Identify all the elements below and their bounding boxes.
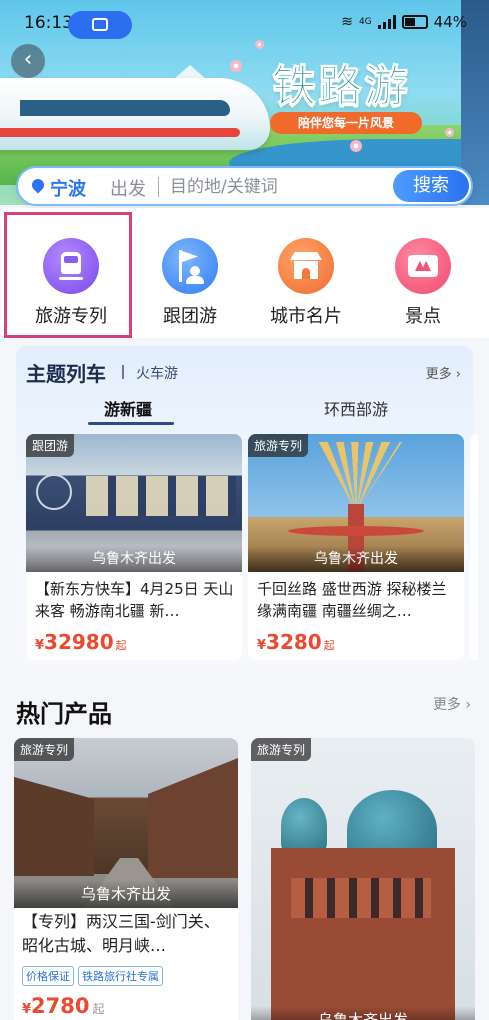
battery-percent: 44%	[433, 13, 467, 31]
battery-icon	[401, 15, 428, 29]
tour-flag-icon	[162, 238, 218, 294]
search-divider	[158, 177, 159, 197]
badge: 铁路旅行社专属	[78, 966, 163, 986]
status-bar: 16:13 ≋ 4G 44%	[0, 0, 489, 42]
next-card-peek	[470, 434, 478, 660]
ticket-icon	[395, 238, 451, 294]
card-origin: 乌鲁木齐出发	[248, 546, 464, 572]
status-icons: ≋ 4G 44%	[341, 13, 467, 31]
departure-label: 出发	[110, 179, 146, 200]
search-bar[interactable]: 宁波 出发 搜索	[16, 166, 473, 206]
cathedral-photo	[251, 738, 475, 1020]
badge: 价格保证	[22, 966, 74, 986]
train-stripe-shape	[0, 128, 240, 137]
card-origin: 乌鲁木齐出发	[251, 1006, 475, 1020]
search-button[interactable]: 搜索	[393, 170, 469, 202]
price-suffix: 起	[323, 639, 335, 652]
signal-icon	[377, 15, 396, 29]
price-currency: ¥	[22, 1002, 32, 1017]
section-title: 主题列车	[26, 362, 106, 386]
price-currency: ¥	[257, 638, 267, 653]
more-label: 更多	[432, 697, 461, 713]
card-price: ¥32980 起	[35, 630, 127, 654]
nav-item-scenic[interactable]: 景点	[364, 222, 482, 332]
screen-share-icon	[92, 18, 108, 31]
card-tag: 旅游专列	[248, 434, 309, 457]
search-input[interactable]	[170, 175, 400, 199]
card-origin: 乌鲁木齐出发	[14, 880, 238, 908]
card-title: 千回丝路 盛世西游 探秘楼兰 缘满南疆 南疆丝绸之…	[257, 580, 447, 620]
more-label: 更多	[425, 367, 452, 382]
chevron-left-icon: ‹	[23, 47, 33, 72]
flower-decoration	[230, 60, 242, 72]
tab-west[interactable]: 环西部游	[324, 396, 388, 420]
card-badges: 价格保证 铁路旅行社专属	[22, 966, 163, 986]
screen-share-pill[interactable]	[68, 11, 132, 39]
departure-city[interactable]: 宁波	[50, 175, 86, 201]
card-tag: 跟团游	[26, 434, 75, 457]
card-price: ¥3280 起	[257, 630, 335, 654]
train-window-shape	[20, 100, 230, 116]
flower-decoration	[350, 140, 362, 152]
nav-item-group-tour[interactable]: 跟团游	[131, 222, 249, 332]
nav-label: 城市名片	[270, 306, 342, 327]
tab-xinjiang[interactable]: 游新疆	[104, 396, 152, 420]
flower-decoration	[445, 128, 454, 137]
title-divider	[122, 365, 124, 379]
more-link[interactable]: 更多 ›	[426, 363, 461, 382]
city-gate-icon	[278, 238, 334, 294]
price-suffix: 起	[92, 1002, 105, 1016]
quick-nav: 旅游专列 跟团游 城市名片 景点	[0, 208, 489, 338]
banner-title: 铁路游	[272, 61, 410, 113]
card-title: 【新东方快车】4月25日 天山来客 畅游南北疆 新…	[35, 580, 234, 620]
nav-item-city-card[interactable]: 城市名片	[247, 222, 365, 332]
section-subtitle: 火车游	[136, 366, 178, 382]
card-origin: 乌鲁木齐出发	[26, 546, 242, 572]
hot-product-card[interactable]: 旅游专列 乌鲁木齐出发	[251, 738, 475, 1020]
price-value: 32980	[44, 630, 114, 654]
location-pin-icon	[29, 176, 47, 194]
nav-label: 景点	[405, 306, 441, 327]
banner-subtitle: 陪伴您每一片风景	[270, 112, 422, 134]
price-value: 2780	[31, 994, 90, 1018]
product-card[interactable]: 旅游专列 乌鲁木齐出发 千回丝路 盛世西游 探秘楼兰 缘满南疆 南疆丝绸之… ¥…	[248, 434, 464, 660]
card-price: ¥2780 起	[22, 994, 105, 1018]
card-tag: 旅游专列	[251, 738, 312, 761]
status-time: 16:13	[24, 13, 73, 33]
price-suffix: 起	[115, 639, 127, 652]
active-tab-indicator	[88, 422, 174, 425]
hot-product-card[interactable]: 旅游专列 乌鲁木齐出发 【专列】两汉三国-剑门关、昭化古城、明月峡… 价格保证 …	[14, 738, 238, 1020]
selection-highlight-box	[4, 212, 132, 338]
wifi-icon: ≋	[341, 14, 353, 30]
card-title: 【专列】两汉三国-剑门关、昭化古城、明月峡…	[22, 912, 220, 955]
theme-trains-section: 主题列车 火车游 更多 › 游新疆 环西部游 跟团游 乌鲁木齐出发 【新东方快车…	[16, 346, 478, 664]
back-button[interactable]: ‹	[11, 44, 45, 78]
card-tag: 旅游专列	[14, 738, 75, 761]
hot-more-link[interactable]: 更多 ›	[433, 694, 471, 714]
network-type: 4G	[358, 17, 372, 27]
chevron-right-icon: ›	[455, 367, 461, 382]
price-value: 3280	[266, 630, 322, 654]
chevron-right-icon: ›	[465, 697, 471, 713]
price-currency: ¥	[35, 638, 45, 653]
product-card[interactable]: 跟团游 乌鲁木齐出发 【新东方快车】4月25日 天山来客 畅游南北疆 新… ¥3…	[26, 434, 242, 660]
hot-products-title: 热门产品	[16, 700, 112, 728]
nav-label: 跟团游	[163, 306, 217, 327]
